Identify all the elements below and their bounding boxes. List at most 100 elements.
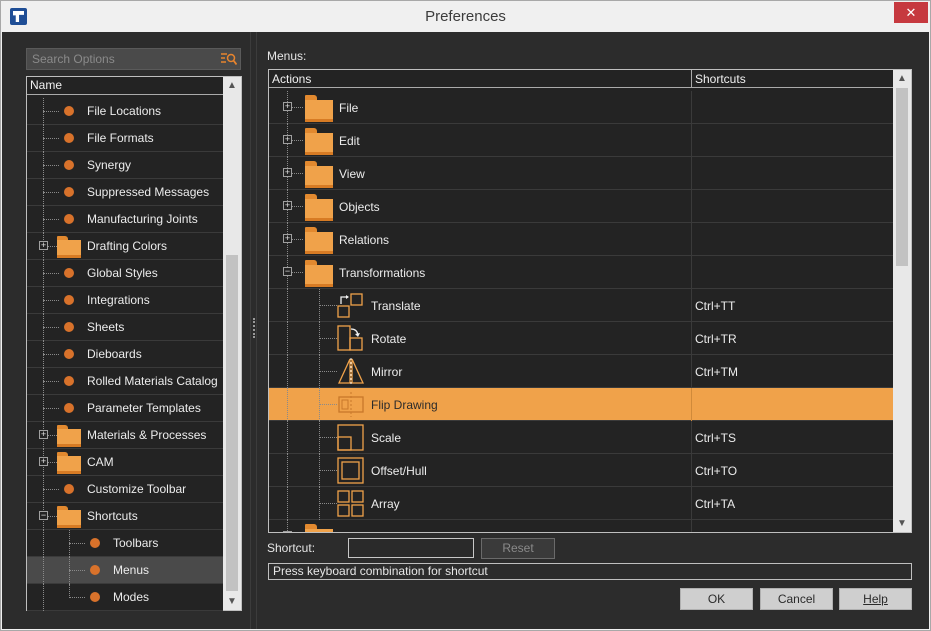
- option-dot-icon: [64, 484, 74, 494]
- column-divider: [691, 256, 692, 289]
- tree-item-shortcuts[interactable]: − Shortcuts: [27, 503, 223, 530]
- column-header-shortcuts[interactable]: Shortcuts: [695, 72, 746, 86]
- option-dot-icon: [64, 295, 74, 305]
- tree-item-label: CAM: [87, 455, 114, 469]
- expander-plus-icon[interactable]: +: [283, 135, 292, 144]
- action-row-array[interactable]: Array Ctrl+TA: [269, 487, 893, 520]
- folder-icon: [57, 506, 81, 528]
- action-row-flip-drawing[interactable]: Flip Drawing: [269, 388, 893, 421]
- ok-button[interactable]: OK: [680, 588, 753, 610]
- column-divider: [691, 421, 692, 454]
- action-row-objects[interactable]: + Objects: [269, 190, 893, 223]
- tree-item-cam[interactable]: + CAM: [27, 449, 223, 476]
- flip-drawing-icon: [337, 391, 365, 418]
- help-button[interactable]: Help: [839, 588, 912, 610]
- option-dot-icon: [64, 403, 74, 413]
- tree-item-drafting-colors[interactable]: + Drafting Colors: [27, 233, 223, 260]
- tree-item-global-styles[interactable]: Global Styles: [27, 260, 223, 287]
- tree-line: [43, 300, 59, 301]
- expander-plus-icon[interactable]: +: [283, 234, 292, 243]
- tree-item-materials-processes[interactable]: + Materials & Processes: [27, 422, 223, 449]
- tree-line: [43, 557, 44, 584]
- search-icon[interactable]: [221, 52, 237, 66]
- tree-item-modes[interactable]: Modes: [27, 584, 223, 611]
- tree-item-synergy[interactable]: Synergy: [27, 152, 223, 179]
- scroll-up-icon[interactable]: ▲: [223, 77, 241, 94]
- tree-item-label: Shortcuts: [87, 509, 138, 523]
- close-button[interactable]: ✕: [894, 2, 928, 23]
- action-row-translate[interactable]: Translate Ctrl+TT: [269, 289, 893, 322]
- tree-item-label: Modes: [113, 590, 150, 604]
- splitter-grip-icon[interactable]: [253, 318, 255, 338]
- scroll-thumb[interactable]: [226, 255, 238, 591]
- action-row-mirror[interactable]: Mirror Ctrl+TM: [269, 355, 893, 388]
- scroll-thumb[interactable]: [896, 88, 908, 266]
- action-label: Mirror: [371, 365, 403, 379]
- folder-icon: [57, 425, 81, 447]
- folder-icon: [305, 128, 333, 155]
- tree-item-menus[interactable]: Menus: [27, 557, 223, 584]
- folder-icon: [305, 194, 333, 221]
- action-row-file[interactable]: + File: [269, 91, 893, 124]
- translate-icon: [337, 292, 365, 319]
- expander-plus-icon[interactable]: +: [283, 531, 292, 532]
- action-row-offset-hull[interactable]: Offset/Hull Ctrl+TO: [269, 454, 893, 487]
- action-label: Offset/Hull: [371, 464, 427, 478]
- action-row-transformations[interactable]: − Transformations: [269, 256, 893, 289]
- tree-item-suppressed-messages[interactable]: Suppressed Messages: [27, 179, 223, 206]
- tree-item-parameter-templates[interactable]: Parameter Templates: [27, 395, 223, 422]
- shortcut-input[interactable]: [348, 538, 474, 558]
- action-row-more[interactable]: +: [269, 520, 893, 532]
- pane-splitter[interactable]: [250, 32, 257, 629]
- tree-scrollbar[interactable]: ▲ ▼: [223, 77, 241, 610]
- scroll-down-icon[interactable]: ▼: [893, 515, 911, 532]
- tree-item-file-locations[interactable]: File Locations: [27, 98, 223, 125]
- tree-line: [287, 421, 288, 454]
- expander-plus-icon[interactable]: +: [39, 430, 48, 439]
- expander-minus-icon[interactable]: −: [283, 267, 292, 276]
- tree-header-name[interactable]: Name: [27, 77, 223, 95]
- tree-item-toolbars[interactable]: Toolbars: [27, 530, 223, 557]
- tree-item-rolled-materials-catalog[interactable]: Rolled Materials Catalog: [27, 368, 223, 395]
- folder-icon: [57, 236, 81, 258]
- tree-line: [287, 388, 288, 421]
- expander-plus-icon[interactable]: +: [283, 168, 292, 177]
- tree-item-label: Rolled Materials Catalog: [87, 374, 218, 388]
- dialog-body: Search Options Name File Locations File F…: [2, 32, 929, 629]
- column-header-actions[interactable]: Actions: [272, 72, 311, 86]
- tree-line: [287, 487, 288, 520]
- tree-item-label: File Formats: [87, 131, 154, 145]
- tree-item-customize-toolbar[interactable]: Customize Toolbar: [27, 476, 223, 503]
- action-row-edit[interactable]: + Edit: [269, 124, 893, 157]
- tree-line: [319, 305, 337, 306]
- expander-plus-icon[interactable]: +: [283, 201, 292, 210]
- action-label: Edit: [339, 134, 360, 148]
- column-divider: [691, 322, 692, 355]
- grid-scrollbar[interactable]: ▲ ▼: [893, 70, 911, 532]
- array-icon: [337, 490, 365, 517]
- action-row-view[interactable]: + View: [269, 157, 893, 190]
- action-row-rotate[interactable]: Rotate Ctrl+TR: [269, 322, 893, 355]
- tree-item-manufacturing-joints[interactable]: Manufacturing Joints: [27, 206, 223, 233]
- action-row-relations[interactable]: + Relations: [269, 223, 893, 256]
- search-input[interactable]: Search Options: [26, 48, 241, 70]
- tree-line: [287, 289, 288, 322]
- reset-button[interactable]: Reset: [481, 538, 555, 559]
- expander-plus-icon[interactable]: +: [283, 102, 292, 111]
- expander-minus-icon[interactable]: −: [39, 511, 48, 520]
- tree-rows: File Locations File Formats Synergy Suppres…: [27, 98, 223, 611]
- scroll-up-icon[interactable]: ▲: [893, 70, 911, 87]
- tree-item-dieboards[interactable]: Dieboards: [27, 341, 223, 368]
- expander-plus-icon[interactable]: +: [39, 241, 48, 250]
- offset-hull-icon: [337, 457, 365, 484]
- folder-icon: [305, 227, 333, 254]
- tree-item-integrations[interactable]: Integrations: [27, 287, 223, 314]
- column-divider[interactable]: [691, 70, 692, 88]
- expander-plus-icon[interactable]: +: [39, 457, 48, 466]
- tree-item-sheets[interactable]: Sheets: [27, 314, 223, 341]
- tree-item-label: Menus: [113, 563, 150, 577]
- scroll-down-icon[interactable]: ▼: [223, 593, 241, 610]
- cancel-button[interactable]: Cancel: [760, 588, 833, 610]
- action-row-scale[interactable]: Scale Ctrl+TS: [269, 421, 893, 454]
- tree-item-file-formats[interactable]: File Formats: [27, 125, 223, 152]
